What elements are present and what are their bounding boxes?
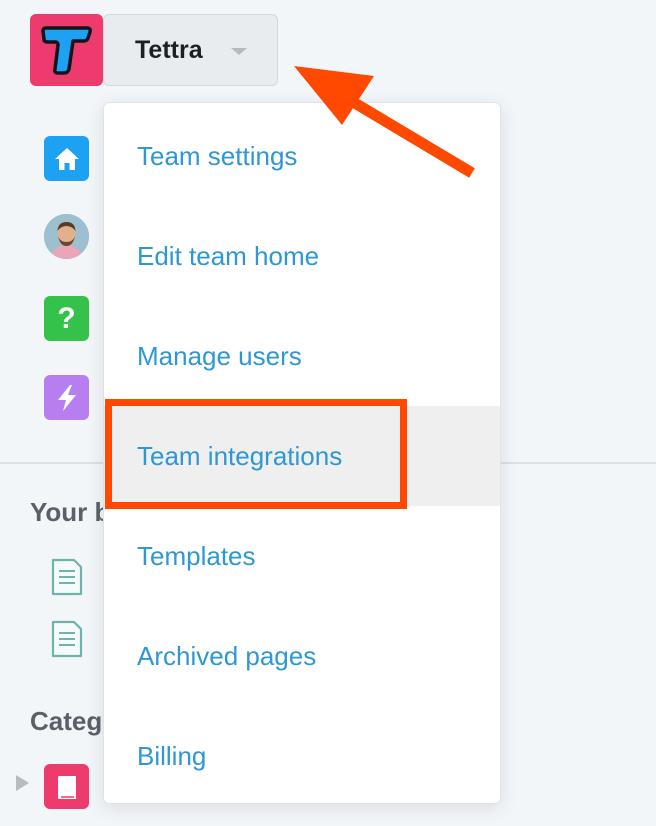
menu-item-team-integrations[interactable]: Team integrations bbox=[104, 406, 500, 506]
team-switcher-button[interactable]: Tettra bbox=[103, 14, 278, 86]
app-logo[interactable] bbox=[30, 14, 103, 86]
section-heading-categories: Categ bbox=[30, 706, 103, 736]
help-icon[interactable]: ? bbox=[44, 296, 89, 341]
menu-item-billing[interactable]: Billing bbox=[104, 706, 500, 803]
menu-item-templates[interactable]: Templates bbox=[104, 506, 500, 606]
menu-item-archived-pages[interactable]: Archived pages bbox=[104, 606, 500, 706]
team-dropdown-menu: Team settings Edit team home Manage user… bbox=[103, 102, 501, 804]
document-icon[interactable] bbox=[50, 620, 83, 658]
tettra-logo-icon bbox=[41, 26, 92, 75]
menu-item-team-settings[interactable]: Team settings bbox=[104, 106, 500, 206]
menu-item-edit-team-home[interactable]: Edit team home bbox=[104, 206, 500, 306]
home-icon[interactable] bbox=[44, 136, 89, 181]
section-heading-yours: Your b bbox=[30, 497, 111, 527]
expand-caret-icon[interactable] bbox=[16, 775, 29, 791]
team-name: Tettra bbox=[135, 35, 203, 64]
book-icon[interactable] bbox=[44, 764, 89, 809]
chevron-down-icon bbox=[231, 48, 247, 55]
menu-item-manage-users[interactable]: Manage users bbox=[104, 306, 500, 406]
bolt-icon[interactable] bbox=[44, 375, 89, 420]
document-icon[interactable] bbox=[50, 558, 83, 596]
avatar[interactable] bbox=[44, 214, 89, 259]
